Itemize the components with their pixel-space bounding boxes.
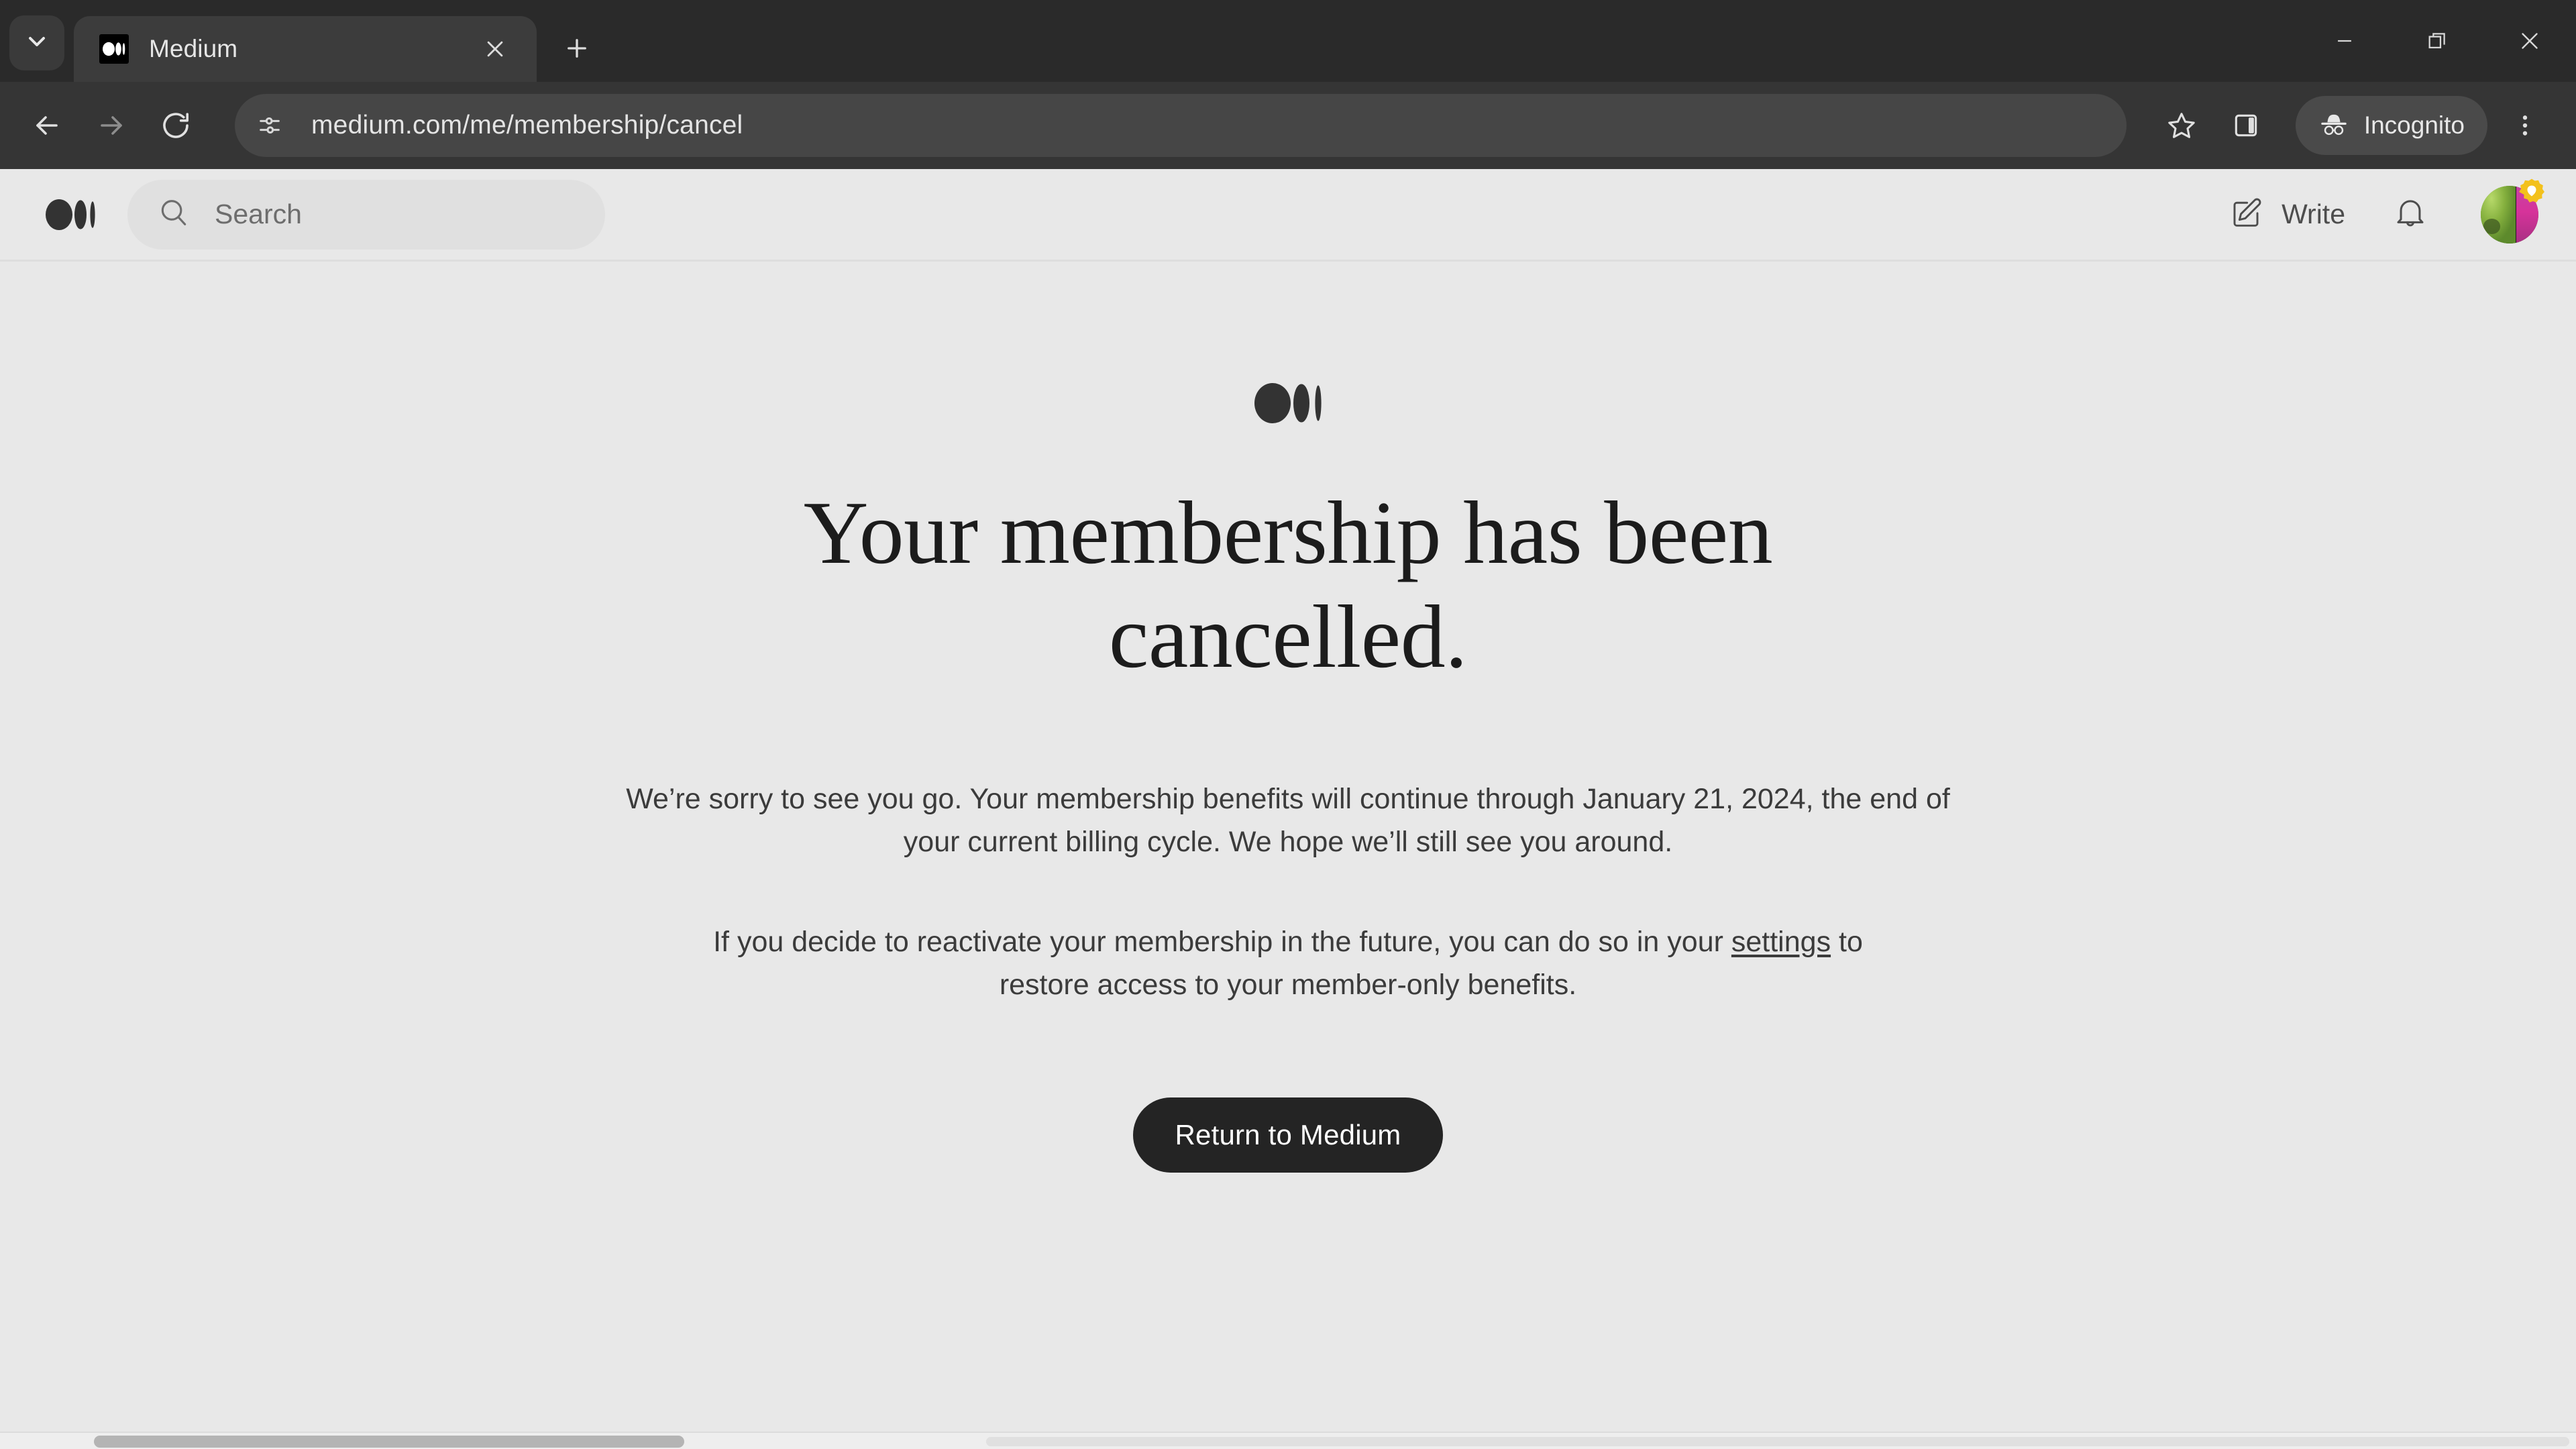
medium-logo-icon: [99, 34, 129, 64]
write-pencil-icon: [2229, 195, 2264, 233]
window-controls: [2298, 0, 2576, 82]
tab-close-button[interactable]: [476, 30, 514, 68]
browser-window: Medium medium.com/me/membership/cancel I…: [0, 0, 2576, 1449]
chevron-down-icon: [23, 28, 50, 58]
bell-icon: [2392, 195, 2428, 234]
reactivate-text-before: If you decide to reactivate your members…: [713, 926, 1731, 959]
tune-settings-icon[interactable]: [244, 100, 295, 151]
horizontal-scrollbar[interactable]: [0, 1432, 2576, 1449]
browser-toolbar: medium.com/me/membership/cancel Incognit…: [0, 82, 2576, 169]
window-restore-button[interactable]: [2391, 0, 2483, 82]
tab-title: Medium: [149, 35, 238, 62]
avatar[interactable]: [2481, 178, 2544, 244]
cancellation-paragraph: We’re sorry to see you go. Your membersh…: [626, 782, 1950, 858]
page-viewport: Search Write Your membership has been ca…: [0, 169, 2576, 1449]
page-content: Your membership has been cancelled. We’r…: [0, 262, 2576, 1449]
bookmark-button[interactable]: [2149, 93, 2214, 158]
scrollbar-track-secondary[interactable]: [986, 1437, 2569, 1446]
settings-link[interactable]: settings: [1731, 926, 1831, 958]
incognito-label: Incognito: [2363, 111, 2465, 139]
notifications-button[interactable]: [2392, 195, 2428, 234]
tab-medium[interactable]: Medium: [74, 16, 537, 82]
return-to-medium-button[interactable]: Return to Medium: [1133, 1097, 1443, 1173]
member-star-badge-icon: [2516, 177, 2547, 208]
reactivate-paragraph: If you decide to reactivate your members…: [678, 921, 1898, 1006]
window-close-button[interactable]: [2483, 0, 2576, 82]
tab-search-button[interactable]: [9, 15, 64, 70]
search-input[interactable]: Search: [127, 179, 605, 250]
forward-button[interactable]: [79, 93, 144, 158]
new-tab-button[interactable]: [551, 23, 602, 74]
search-placeholder: Search: [215, 199, 302, 229]
address-bar[interactable]: medium.com/me/membership/cancel: [235, 94, 2127, 157]
medium-site-header: Search Write: [0, 169, 2576, 262]
medium-logo-icon[interactable]: [46, 198, 95, 231]
page-title: Your membership has been cancelled.: [803, 483, 1773, 687]
incognito-indicator[interactable]: Incognito: [2295, 96, 2487, 155]
side-panel-button[interactable]: [2214, 93, 2278, 158]
browser-menu-button[interactable]: [2493, 93, 2557, 158]
write-label: Write: [2282, 199, 2345, 229]
search-icon: [157, 196, 191, 233]
url-text[interactable]: medium.com/me/membership/cancel: [311, 111, 743, 140]
toolbar-actions: Incognito: [2149, 93, 2557, 158]
avatar-photo-left: [2481, 185, 2517, 244]
scrollbar-thumb[interactable]: [94, 1436, 684, 1448]
back-button[interactable]: [15, 93, 79, 158]
page-medium-logo-icon: [1254, 381, 1322, 429]
reload-button[interactable]: [144, 93, 208, 158]
write-button[interactable]: Write: [2229, 195, 2345, 233]
window-minimize-button[interactable]: [2298, 0, 2391, 82]
tab-strip: Medium: [0, 0, 2576, 82]
incognito-hat-icon: [2318, 111, 2349, 141]
